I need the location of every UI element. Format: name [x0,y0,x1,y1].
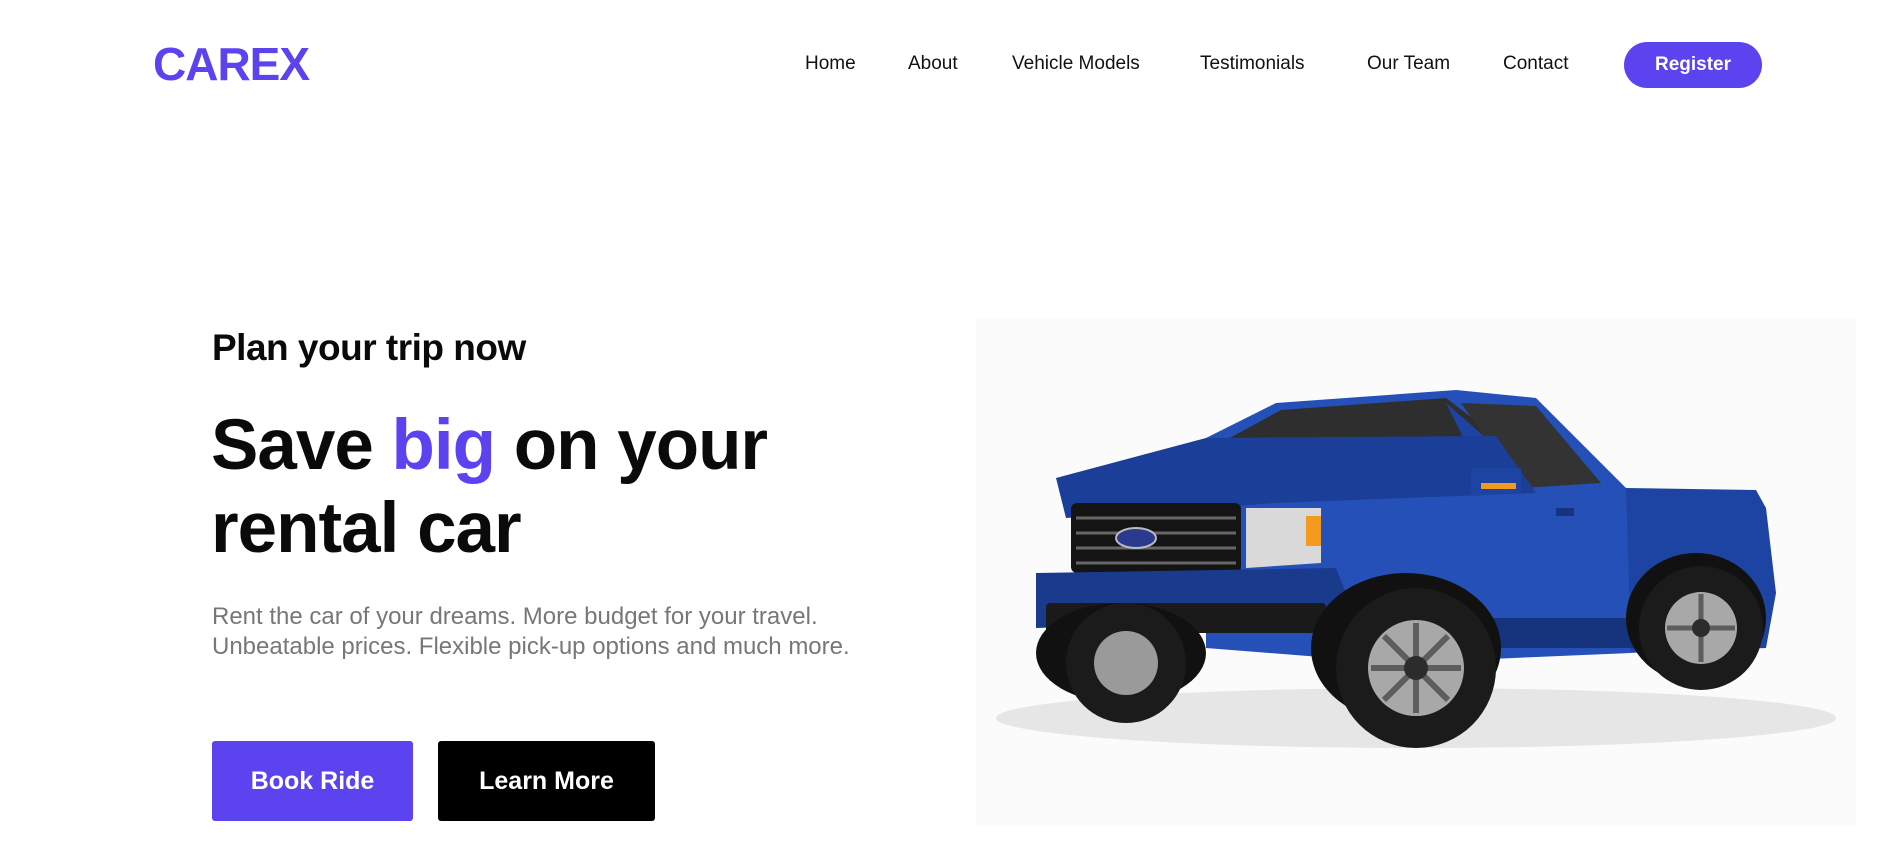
nav-link-about[interactable]: About [908,52,958,76]
description-line-2: Unbeatable prices. Flexible pick-up opti… [212,633,850,660]
register-button[interactable]: Register [1624,42,1762,88]
headline-accent-word: big [391,406,496,485]
nav-link-home[interactable]: Home [805,52,856,76]
nav-link-testimonials[interactable]: Testimonials [1200,52,1305,76]
blue-pickup-truck-image [976,318,1856,826]
hero-headline: Save big on your rental car [211,404,851,570]
book-ride-button[interactable]: Book Ride [212,741,413,821]
learn-more-button[interactable]: Learn More [438,741,655,821]
hero-description: Rent the car of your dreams. More budget… [212,602,912,662]
headline-text-start: Save [211,406,392,485]
hero-subtitle: Plan your trip now [212,327,526,368]
nav-link-vehicle-models[interactable]: Vehicle Models [1012,52,1140,76]
nav-link-our-team[interactable]: Our Team [1367,52,1450,76]
main-nav: Home About Vehicle Models Testimonials O… [0,42,1903,88]
nav-link-contact[interactable]: Contact [1503,52,1568,76]
page: CAREX Home About Vehicle Models Testimon… [0,0,1903,868]
description-line-1: Rent the car of your dreams. More budget… [212,603,818,630]
